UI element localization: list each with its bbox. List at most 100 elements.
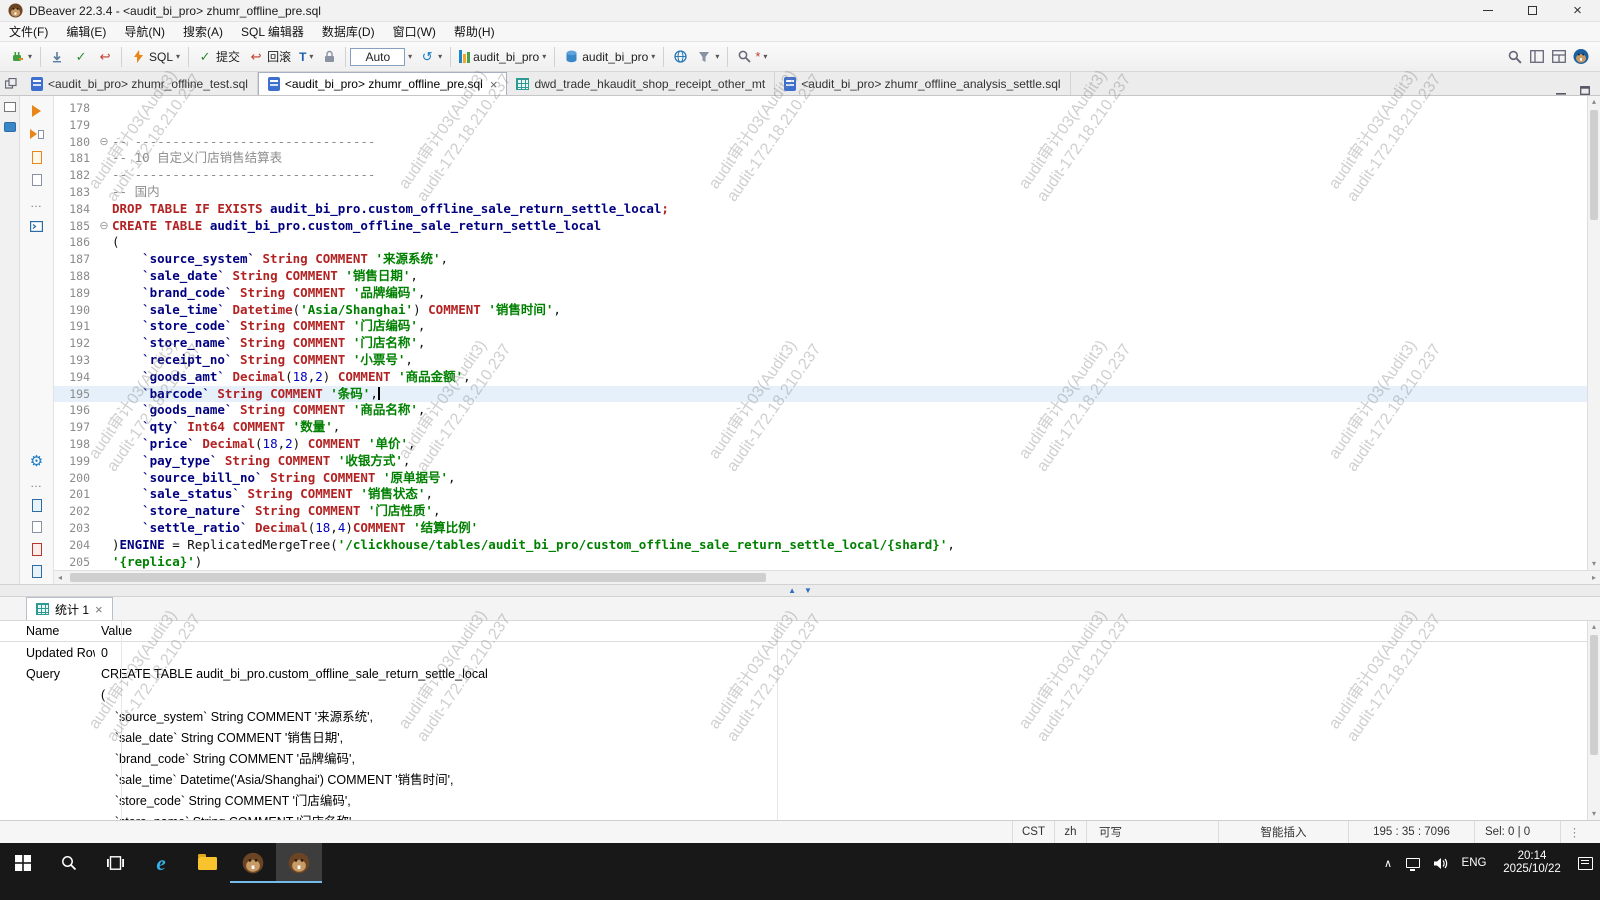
connection-dropdown-button[interactable]: ▾ — [5, 47, 36, 67]
code-line[interactable]: 202 `store_nature` String COMMENT '门店性质'… — [54, 503, 1600, 520]
transaction-mode-dropdown[interactable]: T ▾ — [295, 48, 317, 66]
code-line[interactable]: 183-- 国内 — [54, 184, 1600, 201]
dbeaver-active-taskbar-button[interactable] — [276, 843, 322, 883]
code-line[interactable]: 204)ENGINE = ReplicatedMergeTree('/click… — [54, 537, 1600, 554]
menu-item[interactable]: SQL 编辑器 — [232, 22, 313, 41]
minimize-view-icon[interactable] — [1556, 86, 1566, 95]
menu-item[interactable]: 帮助(H) — [445, 22, 504, 41]
code-area[interactable]: 178179180⊖-- ---------------------------… — [54, 96, 1600, 570]
code-line[interactable]: 179 — [54, 117, 1600, 134]
code-text[interactable]: -- -------------------------------- — [112, 167, 1600, 184]
new-sql-file-icon[interactable] — [29, 498, 45, 512]
result-value-cell[interactable]: `sale_date` String COMMENT '销售日期', — [95, 727, 343, 746]
menu-item[interactable]: 窗口(W) — [384, 22, 445, 41]
volume-tray-button[interactable] — [1427, 843, 1455, 883]
code-line[interactable]: 192 `store_name` String COMMENT '门店名称', — [54, 335, 1600, 352]
language-indicator[interactable]: ENG — [1455, 843, 1493, 883]
more-options-icon[interactable]: … — [29, 476, 45, 490]
code-line[interactable]: 182-- -------------------------------- — [54, 167, 1600, 184]
scroll-down-icon[interactable]: ▾ — [1588, 808, 1600, 820]
editor-tab[interactable]: <audit_bi_pro> zhumr_offline_test.sql — [22, 72, 258, 95]
code-text[interactable]: -- -------------------------------- — [112, 134, 1600, 151]
rollback-quick-button[interactable]: ↩ — [93, 47, 117, 67]
code-text[interactable]: `barcode` String COMMENT '条码', — [112, 386, 1600, 403]
code-line[interactable]: 180⊖-- -------------------------------- — [54, 134, 1600, 151]
scroll-down-icon[interactable]: ▾ — [1588, 558, 1600, 570]
code-line[interactable]: 187 `source_system` String COMMENT '来源系统… — [54, 251, 1600, 268]
result-row[interactable]: `store_name` String COMMENT '门店名称', — [0, 810, 1600, 820]
horizontal-scroll-thumb[interactable] — [70, 573, 766, 582]
code-line[interactable]: 181-- 10 自定义门店销售结算表 — [54, 150, 1600, 167]
scroll-up-icon[interactable]: ▴ — [1592, 97, 1596, 106]
fold-minus-icon[interactable]: ⊖ — [96, 134, 112, 151]
code-text[interactable]: `store_name` String COMMENT '门店名称', — [112, 335, 1600, 352]
code-line[interactable]: 185⊖CREATE TABLE audit_bi_pro.custom_off… — [54, 218, 1600, 235]
scroll-right-icon[interactable]: ▸ — [1588, 571, 1600, 584]
result-row[interactable]: `brand_code` String COMMENT '品牌编码', — [0, 747, 1600, 768]
taskbar-search-button[interactable] — [46, 843, 92, 883]
rollback-button[interactable]: ↩ 回滚 — [244, 46, 295, 67]
file-explorer-button[interactable] — [184, 843, 230, 883]
start-button[interactable] — [0, 843, 46, 883]
vertical-scrollbar[interactable]: ▴ ▾ — [1587, 96, 1600, 570]
toggle-panel-icon[interactable] — [1529, 49, 1545, 65]
restore-navigator-icon[interactable] — [4, 102, 16, 112]
result-row[interactable]: `store_code` String COMMENT '门店编码', — [0, 789, 1600, 810]
action-center-button[interactable] — [1571, 843, 1600, 883]
panel-splitter[interactable]: ▲ ▼ — [0, 584, 1600, 597]
code-text[interactable]: -- 国内 — [112, 184, 1600, 201]
result-value-cell[interactable]: `source_system` String COMMENT '来源系统', — [95, 706, 373, 725]
maximize-button[interactable] — [1510, 0, 1555, 22]
execute-statement-button[interactable] — [29, 104, 45, 118]
fold-minus-icon[interactable]: ⊖ — [96, 218, 112, 235]
dbeaver-logo-icon[interactable] — [1573, 49, 1589, 65]
code-line[interactable]: 194 `goods_amt` Decimal(18,2) COMMENT '商… — [54, 369, 1600, 386]
code-line[interactable]: 205'{replica}') — [54, 554, 1600, 570]
code-line[interactable]: 178 — [54, 100, 1600, 117]
code-line[interactable]: 195 `barcode` String COMMENT '条码', — [54, 386, 1600, 403]
task-view-button[interactable] — [92, 843, 138, 883]
database-selector[interactable]: audit_bi_pro ▾ — [455, 48, 550, 66]
column-header-value[interactable]: Value — [95, 624, 132, 638]
code-line[interactable]: 203 `settle_ratio` Decimal(18,4)COMMENT … — [54, 520, 1600, 537]
code-text[interactable]: )ENGINE = ReplicatedMergeTree('/clickhou… — [112, 537, 1600, 554]
code-line[interactable]: 193 `receipt_no` String COMMENT '小票号', — [54, 352, 1600, 369]
code-text[interactable]: `store_nature` String COMMENT '门店性质', — [112, 503, 1600, 520]
search-icon[interactable] — [1507, 49, 1523, 65]
code-text[interactable]: '{replica}') — [112, 554, 1600, 570]
column-header-name[interactable]: Name — [0, 624, 95, 638]
result-value-cell[interactable]: `store_name` String COMMENT '门店名称', — [95, 811, 355, 820]
terminal-icon[interactable] — [29, 219, 45, 233]
globe-button[interactable] — [668, 47, 692, 67]
expand-panel-icon[interactable]: ▲ — [788, 587, 796, 595]
horizontal-scrollbar[interactable]: ◂ ▸ — [54, 570, 1600, 584]
close-icon[interactable]: × — [490, 77, 498, 92]
script-list-icon[interactable] — [29, 520, 45, 534]
settings-gear-icon[interactable]: ⚙ — [29, 454, 45, 468]
menu-item[interactable]: 编辑(E) — [57, 22, 115, 41]
sql-editor[interactable]: 178179180⊖-- ---------------------------… — [54, 96, 1600, 584]
code-line[interactable]: 198 `price` Decimal(18,2) COMMENT '单价', — [54, 436, 1600, 453]
code-text[interactable]: `source_system` String COMMENT '来源系统', — [112, 251, 1600, 268]
scroll-left-icon[interactable]: ◂ — [54, 571, 66, 584]
result-value-cell[interactable]: CREATE TABLE audit_bi_pro.custom_offline… — [95, 667, 488, 681]
result-name-cell[interactable]: Updated Rows — [0, 646, 95, 660]
code-text[interactable]: `receipt_no` String COMMENT '小票号', — [112, 352, 1600, 369]
code-text[interactable]: DROP TABLE IF EXISTS audit_bi_pro.custom… — [112, 201, 1600, 218]
code-text[interactable] — [112, 100, 1600, 117]
close-icon[interactable]: × — [95, 602, 103, 617]
code-text[interactable]: `store_code` String COMMENT '门店编码', — [112, 318, 1600, 335]
results-scrollbar[interactable]: ▴ ▾ — [1587, 621, 1600, 820]
search-metadata-dropdown[interactable]: * ▾ — [732, 47, 771, 67]
fetch-button[interactable] — [45, 47, 69, 67]
dbeaver-taskbar-button[interactable] — [230, 843, 276, 883]
column-divider[interactable] — [777, 621, 778, 820]
code-text[interactable]: -- 10 自定义门店销售结算表 — [112, 150, 1600, 167]
code-text[interactable]: `source_bill_no` String COMMENT '原单据号', — [112, 470, 1600, 487]
result-value-cell[interactable]: `brand_code` String COMMENT '品牌编码', — [95, 748, 355, 767]
code-text[interactable]: `sale_date` String COMMENT '销售日期', — [112, 268, 1600, 285]
editor-tab[interactable]: <audit_bi_pro> zhumr_offline_analysis_se… — [775, 72, 1070, 95]
menu-item[interactable]: 搜索(A) — [174, 22, 232, 41]
schema-selector[interactable]: audit_bi_pro ▾ — [559, 47, 659, 67]
clipboard-icon[interactable] — [29, 173, 45, 187]
